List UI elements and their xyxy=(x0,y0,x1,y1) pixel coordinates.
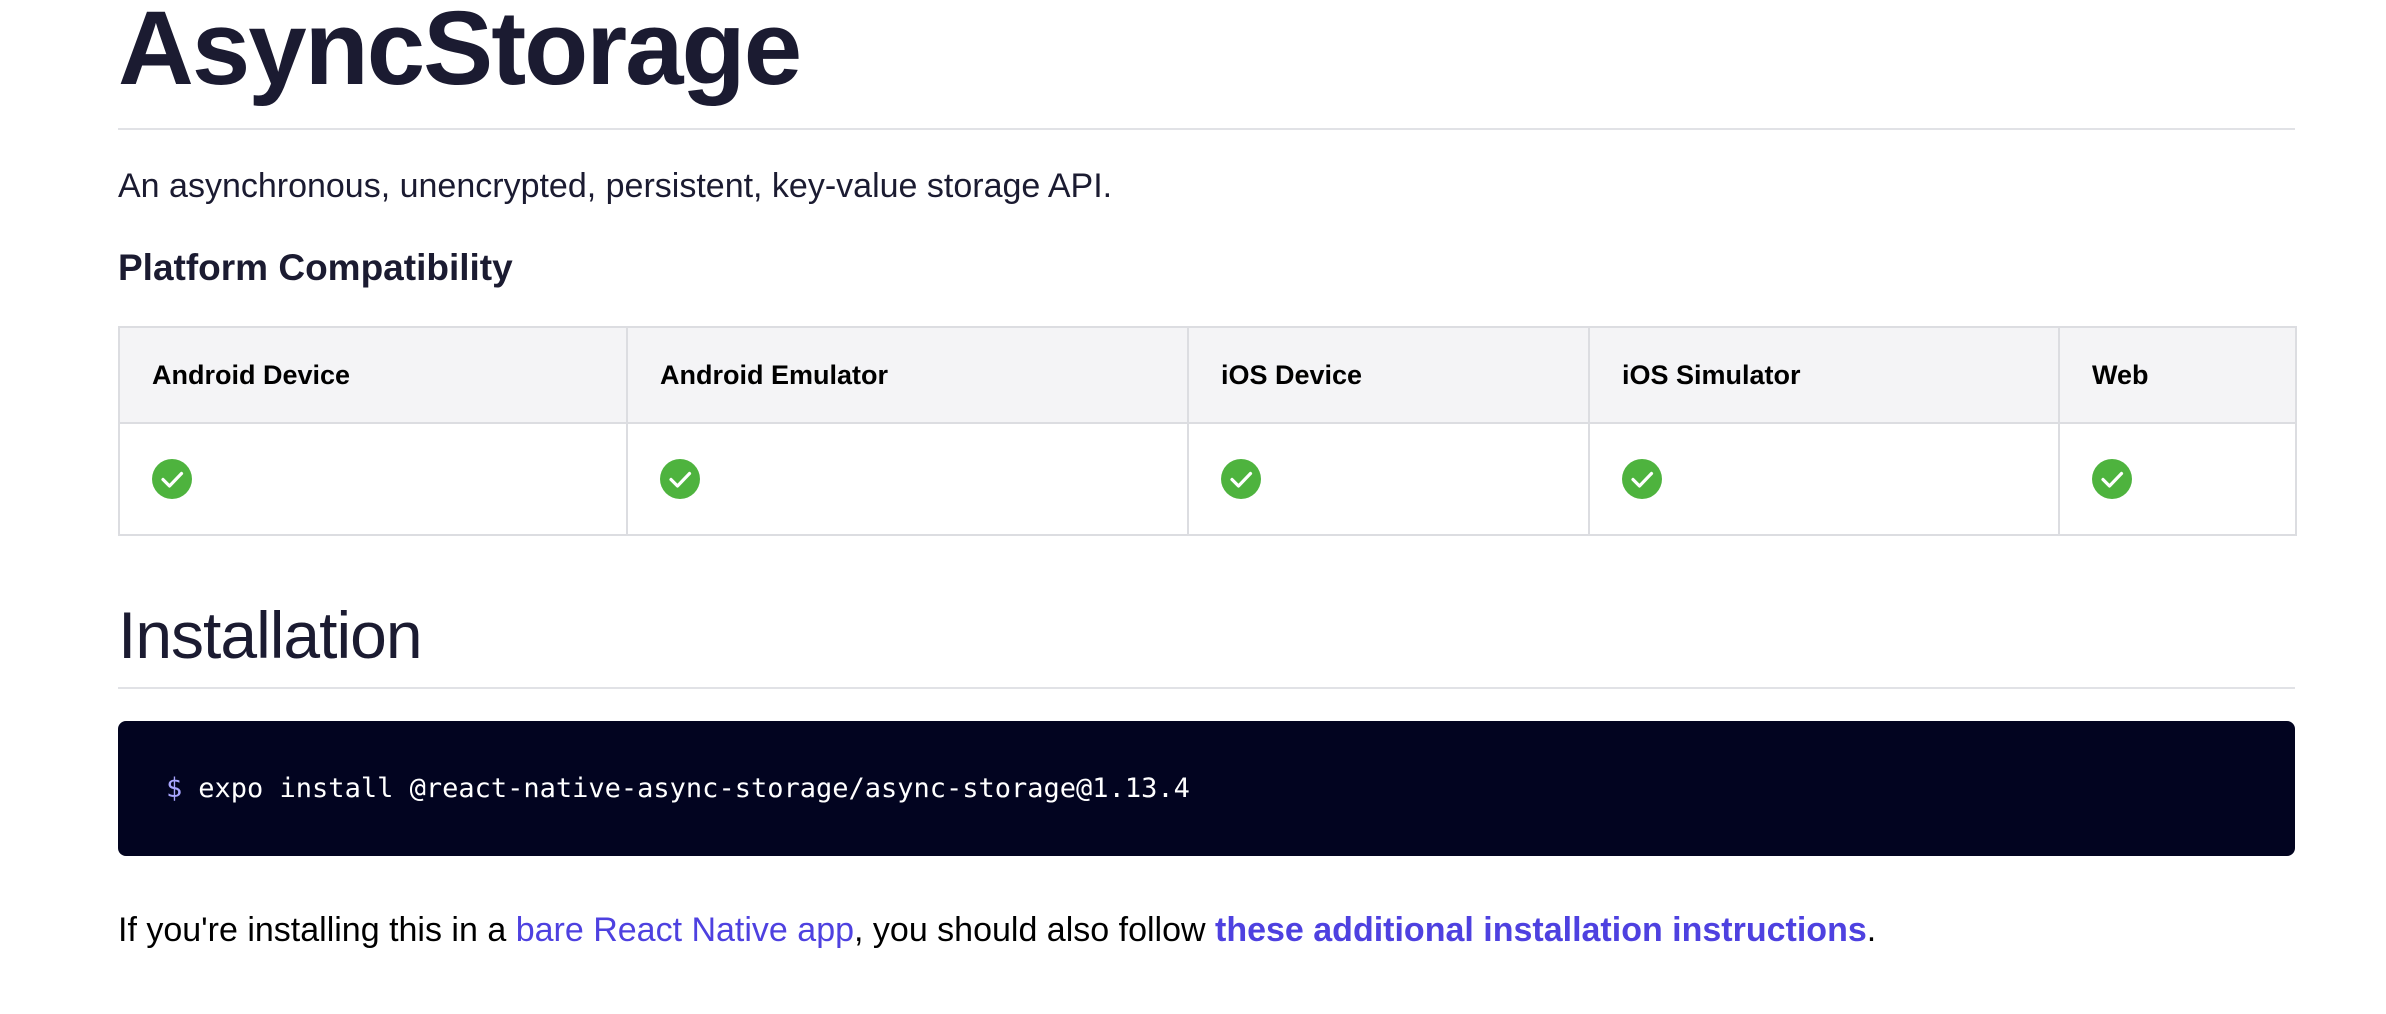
shell-prompt: $ xyxy=(166,773,183,804)
installation-note: If you're installing this in a bare Reac… xyxy=(118,908,1876,952)
table-header-row: Android Device Android Emulator iOS Devi… xyxy=(118,326,2297,424)
check-circle-icon xyxy=(660,459,700,499)
bare-react-native-app-link[interactable]: bare React Native app xyxy=(516,911,854,949)
cell-web xyxy=(2058,422,2297,536)
check-circle-icon xyxy=(2092,459,2132,499)
cell-android-emulator xyxy=(626,422,1189,536)
cell-ios-simulator xyxy=(1588,422,2060,536)
compatibility-heading: Platform Compatibility xyxy=(118,247,513,288)
installation-heading: Installation xyxy=(118,598,423,672)
install-command-block[interactable]: $ expo install @react-native-async-stora… xyxy=(118,721,2295,856)
cell-android-device xyxy=(118,422,628,536)
installation-divider xyxy=(118,687,2295,689)
column-header-ios-simulator: iOS Simulator xyxy=(1588,326,2060,424)
note-prefix: If you're installing this in a xyxy=(118,911,516,949)
title-divider xyxy=(118,128,2295,130)
cell-ios-device xyxy=(1187,422,1590,536)
check-circle-icon xyxy=(152,459,192,499)
note-suffix: . xyxy=(1866,911,1877,949)
column-header-web: Web xyxy=(2058,326,2297,424)
page-title: AsyncStorage xyxy=(118,0,802,107)
check-circle-icon xyxy=(1221,459,1261,499)
page-description: An asynchronous, unencrypted, persistent… xyxy=(118,167,1113,205)
install-command[interactable]: expo install @react-native-async-storage… xyxy=(198,773,1190,804)
compatibility-table: Android Device Android Emulator iOS Devi… xyxy=(118,326,2297,536)
check-circle-icon xyxy=(1622,459,1662,499)
additional-instructions-link[interactable]: these additional installation instructio… xyxy=(1215,911,1867,949)
column-header-android-device: Android Device xyxy=(118,326,628,424)
column-header-android-emulator: Android Emulator xyxy=(626,326,1189,424)
table-row xyxy=(118,422,2297,536)
note-middle: , you should also follow xyxy=(854,911,1215,949)
column-header-ios-device: iOS Device xyxy=(1187,326,1590,424)
